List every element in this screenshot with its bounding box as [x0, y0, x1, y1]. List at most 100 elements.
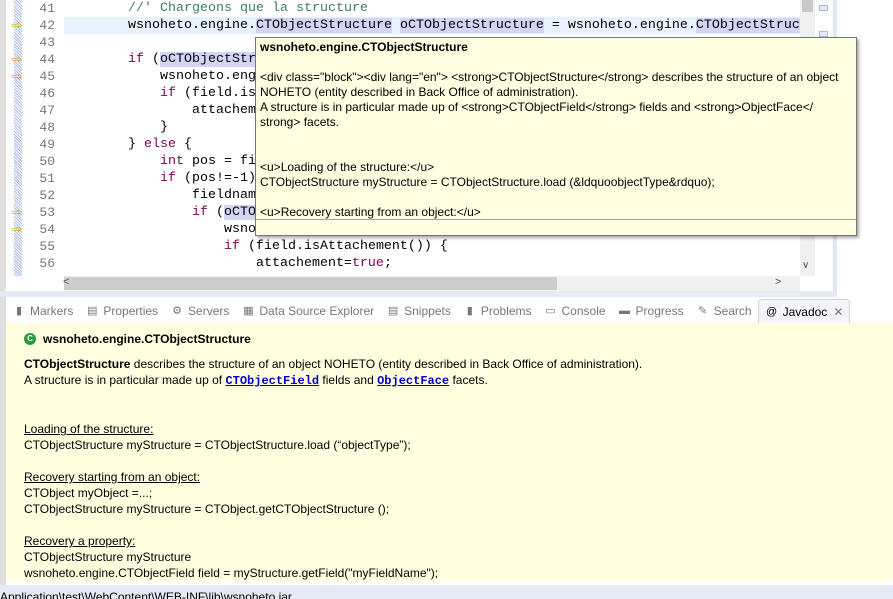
loading-code: CTObjectStructure myStructure = CTObject…: [24, 438, 411, 452]
line-number-gutter: 41 42 ⇨ 43 44 ⇨ 45 ⇨ 46 47 48 49 50 51 52 53 ⇨ 54 ⇨ 55 56: [12, 0, 62, 276]
keyword: if: [159, 171, 176, 186]
code-text: = wsnoheto.engine.: [543, 18, 696, 33]
link-objectface[interactable]: ObjectFace: [377, 374, 449, 388]
occurrence-highlight: CTObjectStructure: [255, 18, 392, 33]
property-code-1: CTObjectStructure myStructure: [24, 550, 192, 564]
scroll-right-icon[interactable]: >: [775, 276, 781, 288]
tab-label: Progress: [635, 304, 684, 318]
occurrence-highlight: oCTObjectStructure: [399, 18, 544, 33]
line-number: 52: [39, 188, 55, 203]
code-text: (pos!=-1): [175, 171, 256, 186]
tab-properties[interactable]: ▤ Properties: [79, 299, 164, 323]
tooltip-line: A structure is in particular made up of …: [260, 100, 814, 114]
code-text: attachement=: [64, 256, 352, 271]
occurrence-marker[interactable]: [819, 5, 828, 11]
line-number: 42: [39, 18, 55, 33]
desc-class-bold: CTObjectStructure: [24, 357, 131, 371]
close-tab-icon[interactable]: ✕: [833, 305, 843, 319]
snippets-icon: ▤: [387, 305, 399, 317]
code-text: attachem: [64, 103, 256, 118]
tab-label: Snippets: [404, 304, 451, 318]
occurrence-highlight: oCTO: [223, 205, 256, 220]
tab-markers[interactable]: ▮ Markers: [6, 299, 79, 323]
tab-label: Console: [561, 304, 606, 318]
javadoc-description-line2: A structure is in particular made up of …: [24, 372, 893, 389]
search-icon: ✎: [697, 305, 708, 317]
code-line[interactable]: wsnoheto.engine.CTObjectStructure oCTObj…: [64, 17, 800, 34]
tooltip-status-area: [256, 219, 856, 236]
tab-label: Markers: [30, 304, 74, 318]
override-marker-icon[interactable]: ⇨: [12, 204, 22, 221]
occurrence-highlight: CTObjectStruc: [695, 18, 800, 33]
code-line[interactable]: if (field.isAttachement()) {: [64, 238, 800, 255]
override-marker-icon[interactable]: ⇨: [12, 68, 22, 85]
override-marker-icon[interactable]: ⇨: [12, 221, 22, 238]
code-text: {: [175, 137, 192, 152]
javadoc-description: CTObjectStructure describes the structur…: [24, 356, 893, 372]
status-path: Application\test\WebContent\WEB-INF\lib\…: [0, 590, 292, 599]
keyword: int: [159, 154, 184, 169]
desc-text: fields and: [319, 373, 378, 387]
properties-icon: ▤: [87, 305, 98, 317]
tooltip-line: [260, 190, 854, 205]
tab-search[interactable]: ✎ Search: [690, 299, 758, 323]
horizontal-scroll-thumb[interactable]: [64, 277, 557, 290]
tab-problems[interactable]: ▮ Problems: [457, 299, 538, 323]
code-text: (field.isAttachement()) {: [239, 239, 448, 254]
scroll-down-icon[interactable]: ∨: [802, 260, 809, 271]
code-text: (field.is: [175, 86, 256, 101]
tab-servers[interactable]: ⚙ Servers: [164, 299, 235, 323]
servers-icon: ⚙: [172, 305, 182, 317]
editor-left-border: [0, 0, 6, 291]
link-ctobjectfield[interactable]: CTObjectField: [225, 374, 319, 388]
javadoc-class-name: wsnoheto.engine.CTObjectStructure: [43, 332, 251, 346]
tab-snippets[interactable]: ▤ Snippets: [380, 299, 457, 323]
line-number: 54: [39, 222, 55, 237]
line-number: 46: [39, 86, 55, 101]
line-number: 50: [39, 154, 55, 169]
tooltip-line: <u>Loading of the structure:</u>: [260, 160, 435, 174]
desc-text: A structure is in particular made up of: [24, 373, 226, 387]
line-number: 44: [39, 52, 55, 67]
tab-progress[interactable]: ▬ Progress: [612, 299, 690, 323]
override-marker-icon[interactable]: ⇨: [12, 17, 22, 34]
tab-label: Servers: [188, 304, 230, 318]
tab-javadoc[interactable]: @ Javadoc ✕: [757, 299, 851, 323]
tab-label: Search: [713, 304, 752, 318]
horizontal-scrollbar[interactable]: < >: [63, 276, 800, 291]
loading-heading: Loading of the structure:: [24, 422, 154, 436]
tab-data-source-explorer[interactable]: ▦ Data Source Explorer: [235, 299, 380, 323]
status-bar: Application\test\WebContent\WEB-INF\lib\…: [0, 587, 893, 599]
tab-console[interactable]: ▭ Console: [538, 299, 612, 323]
tooltip-line: [260, 145, 854, 160]
tooltip-line: CTObjectStructure myStructure = CTObject…: [260, 175, 715, 189]
occurrence-highlight: oCTObjectStr: [160, 52, 256, 67]
override-marker-icon[interactable]: ⇨: [12, 51, 22, 68]
keyword: if: [159, 86, 176, 101]
code-text: wsnoheto.engine.: [64, 18, 256, 33]
code-text: wsno: [64, 222, 256, 237]
tooltip-line: <u>Recovery starting from an object:</u>: [260, 205, 481, 219]
line-number: 56: [39, 256, 55, 271]
line-number: 55: [39, 239, 55, 254]
vertical-scroll-thumb[interactable]: [802, 0, 813, 12]
console-icon: ▭: [545, 305, 556, 317]
markers-icon: ▮: [15, 305, 23, 317]
panel-tabs: ▮ Markers ▤ Properties ⚙ Servers ▦ Data Source …: [6, 299, 893, 323]
scroll-left-icon[interactable]: <: [63, 276, 69, 288]
code-line[interactable]: //' Chargeons que la structure: [64, 0, 800, 17]
code-text: wsnoheto.eng: [64, 69, 256, 84]
code-line[interactable]: attachement=true;: [64, 255, 800, 272]
tab-label: Javadoc: [782, 304, 828, 319]
problems-icon: ▮: [466, 305, 473, 317]
class-icon: C: [24, 333, 36, 345]
line-number: 53: [39, 205, 55, 220]
keyword: if: [223, 239, 240, 254]
